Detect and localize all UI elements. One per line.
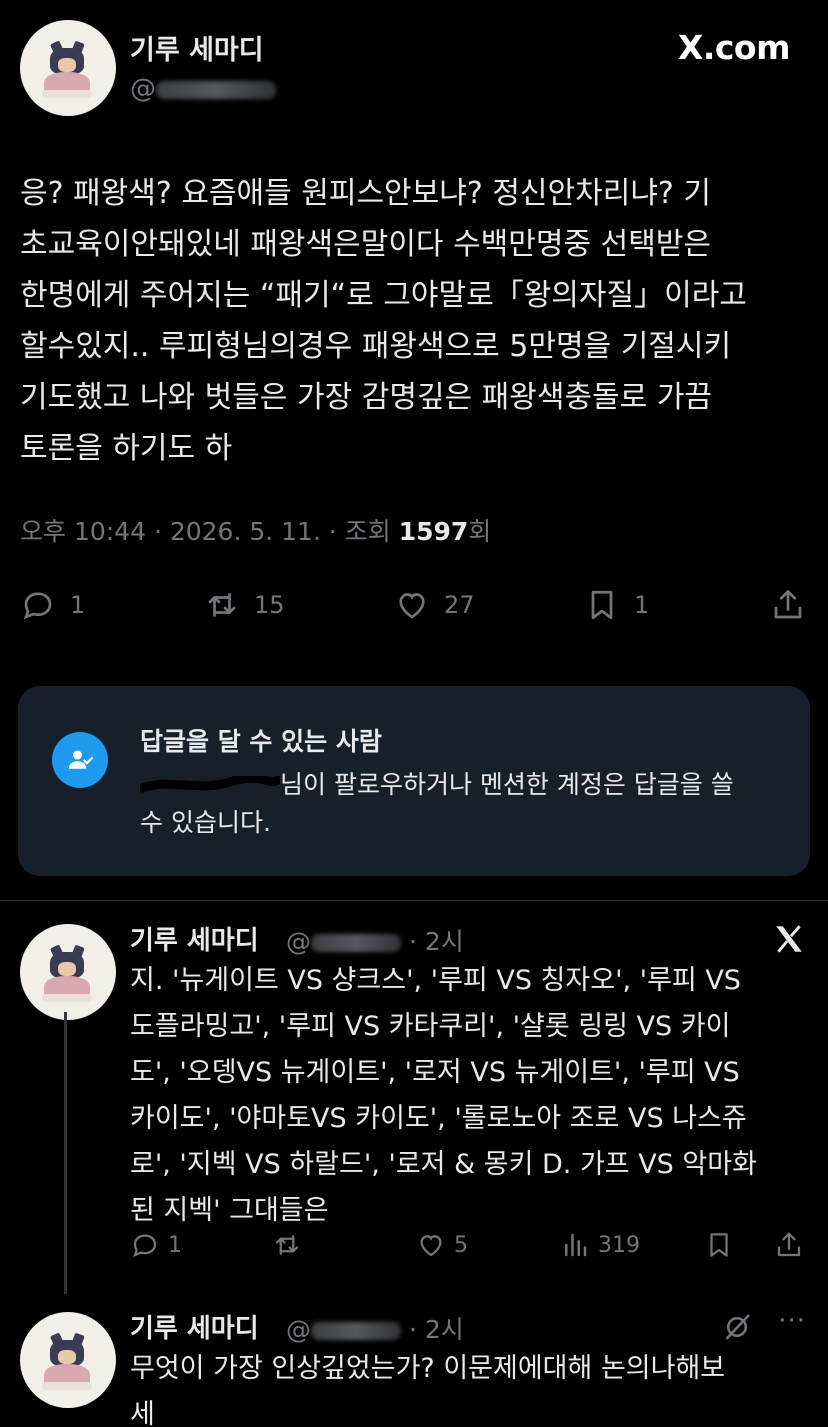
action-bar: 1 15 27 1 <box>0 580 828 630</box>
bookmark-button[interactable]: 1 <box>584 580 649 630</box>
avatar[interactable] <box>20 20 116 116</box>
post-age[interactable]: · 2시 <box>409 927 464 956</box>
handle-at: @ <box>286 1315 311 1344</box>
share-icon <box>774 590 802 619</box>
tweet-header: 기루 세마디 @ X.com <box>0 0 828 130</box>
bookmark-count: 1 <box>634 591 650 619</box>
share-icon <box>777 1232 801 1257</box>
reply-icon <box>133 1234 157 1257</box>
bookmark-icon <box>591 590 613 620</box>
reply-action-bar: 1 5 319 <box>0 1222 828 1268</box>
avatar-doll-face <box>58 1350 76 1364</box>
avatar[interactable] <box>20 924 116 1020</box>
retweet-count: 15 <box>254 591 285 619</box>
retweet-icon <box>208 593 236 617</box>
reply-text: 무엇이 가장 인상깊었는가? 이문제에대해 논의나해보 세 <box>130 1346 810 1427</box>
reply-line: 세 <box>130 1399 155 1427</box>
reply-line: 무엇이 가장 인상깊었는가? 이문제에대해 논의나해보 <box>130 1353 726 1384</box>
analytics-icon <box>565 1233 587 1257</box>
handle-at: @ <box>286 927 311 956</box>
more-options-icon[interactable]: ··· <box>778 1306 806 1336</box>
view-count: 1597 <box>398 517 469 546</box>
like-count: 5 <box>454 1232 468 1258</box>
reply-line: 도플라밍고', '루피 VS 카타쿠리', '샬롯 링링 VS 카이 <box>130 1011 731 1042</box>
tweet-line: 초교육이안돼있네 패왕색은말이다 수백만명중 선택받은 <box>20 227 712 262</box>
reply-line: 지. '뉴게이트 VS 샹크스', '루피 VS 칭자오', '루피 VS <box>130 965 741 996</box>
retweet-icon <box>275 1235 299 1255</box>
reply-line: 도', '오뎅VS 뉴게이트', '로저 VS 뉴게이트', '루피 VS <box>130 1057 740 1088</box>
views-count: 319 <box>598 1232 640 1258</box>
notice-title: 답글을 달 수 있는 사람 <box>140 727 382 756</box>
share-button[interactable] <box>770 580 806 630</box>
redaction-scribble <box>140 776 280 793</box>
tweet-meta: 오후 10:44 · 2026. 5. 11. · 조회 1597회 <box>20 512 491 548</box>
bookmark-button[interactable] <box>704 1222 734 1268</box>
notice-description: 님이 팔로우하거나 멘션한 계정은 답글을 쓸 수 있습니다. <box>140 766 780 842</box>
avatar-doll-face <box>58 962 76 976</box>
tweet-line: 토론을 하기도 하 <box>20 431 233 466</box>
author-name[interactable]: 기루 세마디 <box>130 28 264 67</box>
divider <box>0 900 828 901</box>
heart-icon <box>420 1235 442 1257</box>
reply-line: 로', '지벡 VS 하랄드', '로저 & 몽키 D. 가프 VS 악마화 <box>130 1149 757 1180</box>
avatar-doll-face <box>58 58 76 72</box>
author-handle[interactable]: @ · 2시 <box>286 922 464 958</box>
author-handle[interactable]: @ <box>130 74 276 104</box>
reply-text: 지. '뉴게이트 VS 샹크스', '루피 VS 칭자오', '루피 VS 도플… <box>130 958 810 1234</box>
reply-button[interactable]: 1 <box>130 1222 182 1268</box>
notice-line2: 수 있습니다. <box>140 808 271 837</box>
who-can-reply-notice: 답글을 달 수 있는 사람 님이 팔로우하거나 멘션한 계정은 답글을 쓸 수 … <box>18 686 810 876</box>
grok-icon[interactable] <box>722 1312 752 1342</box>
reply-line: 카이도', '야마토VS 카이도', '롤로노아 조로 VS 나스쥬 <box>130 1103 747 1134</box>
avatar-doll-lace <box>42 994 92 1002</box>
person-check-icon <box>52 732 108 788</box>
post-age[interactable]: · 2시 <box>409 1315 464 1344</box>
author-name[interactable]: 기루 세마디 <box>130 1308 259 1345</box>
author-name[interactable]: 기루 세마디 <box>130 920 259 957</box>
reply-count: 1 <box>70 591 86 619</box>
tweet-line: 한명에게 주어지는 “패기“로 그야말로「왕의자질」이라고 <box>20 278 747 313</box>
x-brand-logo: X.com <box>677 28 791 67</box>
handle-redacted <box>156 80 276 99</box>
notice-line1: 님이 팔로우하거나 멘션한 계정은 답글을 쓸 <box>280 770 734 799</box>
tweet-timestamp[interactable]: 오후 10:44 · 2026. 5. 11. · 조회 <box>20 517 399 546</box>
view-suffix: 회 <box>468 517 492 546</box>
retweet-button[interactable]: 15 <box>204 580 285 630</box>
tweet-text: 응? 패왕색? 요즘애들 원피스안보냐? 정신안차리냐? 기 초교육이안돼있네 … <box>20 168 810 474</box>
handle-redacted <box>311 1322 401 1340</box>
avatar-doll-lace <box>42 90 92 98</box>
like-count: 27 <box>444 591 475 619</box>
tweet-line: 응? 패왕색? 요즘애들 원피스안보냐? 정신안차리냐? 기 <box>20 176 711 211</box>
tweet-line: 기도했고 나와 벗들은 가장 감명깊은 패왕색충돌로 가끔 <box>20 380 713 415</box>
reply-icon <box>23 592 52 620</box>
like-button[interactable]: 5 <box>416 1222 468 1268</box>
bookmark-icon <box>710 1233 728 1257</box>
retweet-button[interactable] <box>272 1222 302 1268</box>
avatar[interactable] <box>20 1312 116 1408</box>
avatar-doll-lace <box>42 1382 92 1390</box>
handle-at: @ <box>130 74 156 104</box>
heart-icon <box>399 593 425 619</box>
x-logo-icon <box>776 925 802 953</box>
share-button[interactable] <box>774 1222 804 1268</box>
reply-count: 1 <box>168 1232 182 1258</box>
handle-redacted <box>311 934 401 952</box>
views-button[interactable]: 319 <box>560 1222 640 1268</box>
reply-button[interactable]: 1 <box>20 580 85 630</box>
like-button[interactable]: 27 <box>394 580 475 630</box>
author-handle[interactable]: @ · 2시 <box>286 1310 464 1346</box>
tweet-line: 할수있지.. 루피형님의경우 패왕색으로 5만명을 기절시키 <box>20 329 732 364</box>
